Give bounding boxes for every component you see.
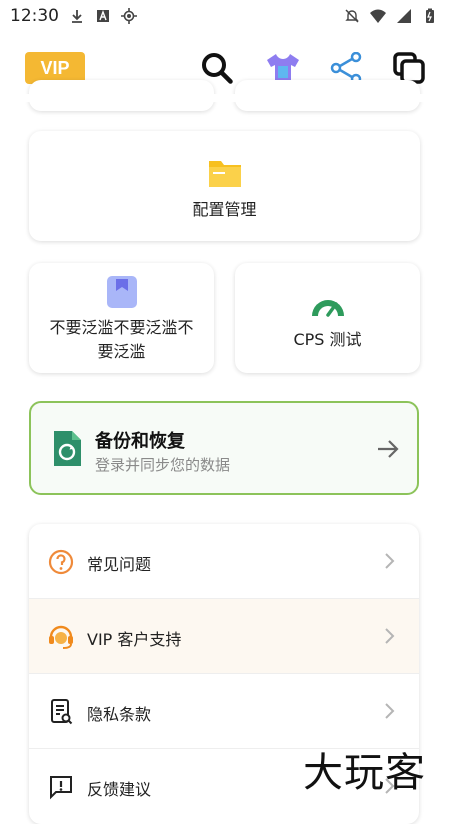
watermark-logo: 大玩客 [303, 750, 426, 796]
folder-icon [207, 155, 243, 189]
question-circle-icon [47, 548, 75, 576]
cps-test-tile[interactable]: CPS 测试 [235, 263, 420, 373]
download-icon [72, 10, 82, 23]
nospam-tile[interactable]: 不要泛滥不要泛滥不 要泛滥 [29, 263, 214, 373]
sync-document-icon [51, 430, 83, 468]
backup-subtitle: 登录并同步您的数据 [95, 456, 231, 474]
menu-item-label: 反馈建议 [87, 780, 152, 799]
menu-item-label: 常见问题 [87, 555, 152, 574]
cps-test-label: CPS 测试 [293, 330, 362, 349]
status-bar: 12:30 [0, 0, 450, 32]
a-square-icon [97, 10, 109, 22]
backup-title: 备份和恢复 [95, 431, 185, 452]
menu-item-faq[interactable]: 常见问题 [29, 524, 419, 599]
arrow-right-icon [377, 439, 399, 459]
nospam-label-line2: 要泛滥 [97, 342, 146, 361]
menu-item-label: VIP 客户支持 [87, 630, 182, 649]
status-time: 12:30 [10, 6, 59, 26]
config-management-label: 配置管理 [192, 200, 257, 219]
menu-item-vip-support[interactable]: VIP 客户支持 [29, 599, 419, 674]
signal-icon [397, 9, 411, 23]
menu-item-label: 隐私条款 [87, 705, 152, 724]
chevron-right-icon [385, 703, 395, 719]
menu-item-privacy[interactable]: 隐私条款 [29, 674, 419, 749]
location-crosshair-icon [121, 8, 137, 24]
battery-icon [426, 8, 434, 23]
speedometer-icon [309, 288, 347, 318]
chevron-right-icon [385, 628, 395, 644]
feedback-message-icon [47, 773, 75, 801]
nospam-label-line1: 不要泛滥不要泛滥不 [49, 318, 194, 337]
top-bar-backdrop [0, 94, 450, 102]
chevron-right-icon [385, 553, 395, 569]
config-management-tile[interactable]: 配置管理 [29, 131, 420, 241]
backup-restore-card[interactable]: 备份和恢复 登录并同步您的数据 [29, 401, 419, 495]
notifications-off-icon [345, 9, 359, 23]
bookmark-icon [107, 276, 137, 308]
headset-support-icon [47, 623, 75, 651]
privacy-document-icon [47, 698, 75, 726]
wifi-icon [370, 9, 386, 23]
